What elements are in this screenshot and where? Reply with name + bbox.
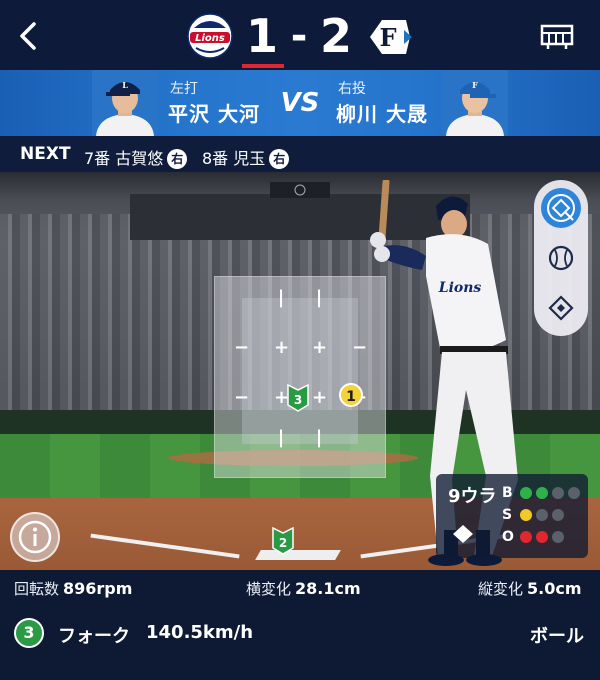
zone-tick: + — [274, 387, 290, 408]
pitcher-handedness: 右投 — [338, 81, 366, 97]
next-batter-2: 8番 児玉右 — [202, 145, 290, 169]
ball-view-button[interactable] — [541, 238, 581, 278]
zone-tick: | — [315, 287, 323, 308]
strike-dot — [552, 509, 564, 521]
pitch-number-badge: 3 — [14, 618, 44, 648]
spin-rate: 回転数 896rpm — [14, 579, 133, 598]
back-button[interactable] — [14, 20, 42, 52]
bases-diamond-icon — [453, 525, 473, 543]
zone-tick: − — [234, 387, 250, 408]
ball-dot — [536, 487, 548, 499]
zone-tick: − — [234, 337, 250, 358]
home-plate — [255, 550, 341, 560]
batter-avatar: L — [92, 70, 158, 136]
matchup-bar: L 左打 平沢 大河 VS 右投 柳川 大晟 F — [0, 70, 600, 136]
inning-half-indicator — [242, 64, 284, 68]
pitch-marker-2[interactable]: 2 — [272, 526, 294, 555]
strike-zone — [242, 298, 358, 444]
ball-dot — [552, 487, 564, 499]
next-batter-1-name: 7番 古賀悠 — [84, 149, 164, 168]
pitch-speed: 140.5km/h — [146, 622, 254, 643]
next-batters-bar: NEXT 7番 古賀悠右 8番 児玉右 — [0, 136, 600, 172]
zone-tick: | — [277, 427, 285, 448]
svg-text:F: F — [472, 80, 478, 90]
out-dot — [536, 531, 548, 543]
count-display: 9ウラ B S O — [436, 474, 588, 558]
zone-tick: + — [312, 387, 328, 408]
pitch-type: フォーク — [58, 626, 130, 647]
pitch-info-panel: 回転数 896rpm 横変化 28.1cm 縦変化 5.0cm 3 フォーク 140.… — [0, 570, 600, 680]
next-batter-2-hand: 右 — [269, 149, 290, 169]
pitcher-avatar: F — [442, 70, 508, 136]
field-view-button[interactable] — [541, 288, 581, 328]
horizontal-break: 横変化 28.1cm — [246, 579, 361, 598]
vs-label: VS — [280, 88, 320, 118]
view-switcher — [534, 180, 588, 336]
svg-text:2: 2 — [279, 536, 287, 550]
ball-dot — [520, 487, 532, 499]
info-button[interactable] — [10, 512, 60, 562]
zone-tick: + — [274, 337, 290, 358]
svg-text:3: 3 — [294, 393, 302, 407]
field-view-icon — [548, 295, 574, 321]
out-dot — [552, 531, 564, 543]
zone-tick: + — [312, 337, 328, 358]
zone-tick: | — [277, 287, 285, 308]
ball-dot — [568, 487, 580, 499]
score-header: Lions 1 - 2 F — [0, 0, 600, 70]
next-batter-2-name: 8番 児玉 — [202, 149, 266, 168]
pitcher-name[interactable]: 柳川 大晟 — [336, 98, 428, 127]
home-score: 1 — [246, 9, 279, 63]
away-score: 2 — [320, 9, 353, 63]
svg-text:Lions: Lions — [438, 280, 482, 296]
pitch-marker-3[interactable]: 3 — [287, 383, 309, 412]
zone-tick: | — [315, 427, 323, 448]
pitch-view-button[interactable] — [541, 188, 581, 228]
away-team-logo: F — [364, 16, 414, 58]
svg-text:Lions: Lions — [195, 33, 225, 44]
svg-text:F: F — [379, 23, 396, 52]
vertical-break: 縦変化 5.0cm — [478, 579, 582, 598]
strike-dot — [536, 509, 548, 521]
strike-dot — [520, 509, 532, 521]
out-dot — [520, 531, 532, 543]
pitch-result: ボール — [530, 626, 584, 647]
scoreboard-button[interactable] — [540, 24, 574, 50]
chevron-left-icon — [20, 22, 36, 50]
inning-label: 9ウラ — [448, 486, 497, 507]
field-view: | | − + + − − + + − | | 3 1 2 Lions — [0, 172, 600, 570]
batter-handedness: 左打 — [170, 81, 198, 97]
next-label: NEXT — [20, 144, 71, 164]
next-batter-1-hand: 右 — [167, 149, 188, 169]
scoreboard-icon — [540, 24, 574, 49]
batter-name[interactable]: 平沢 大河 — [168, 98, 260, 127]
next-batter-1: 7番 古賀悠右 — [84, 145, 188, 169]
svg-text:L: L — [122, 80, 128, 90]
ball-view-icon — [548, 245, 574, 271]
pitch-view-icon — [547, 194, 575, 222]
score-separator: - — [290, 13, 308, 59]
home-team-logo: Lions — [184, 12, 236, 60]
info-icon — [18, 520, 52, 554]
